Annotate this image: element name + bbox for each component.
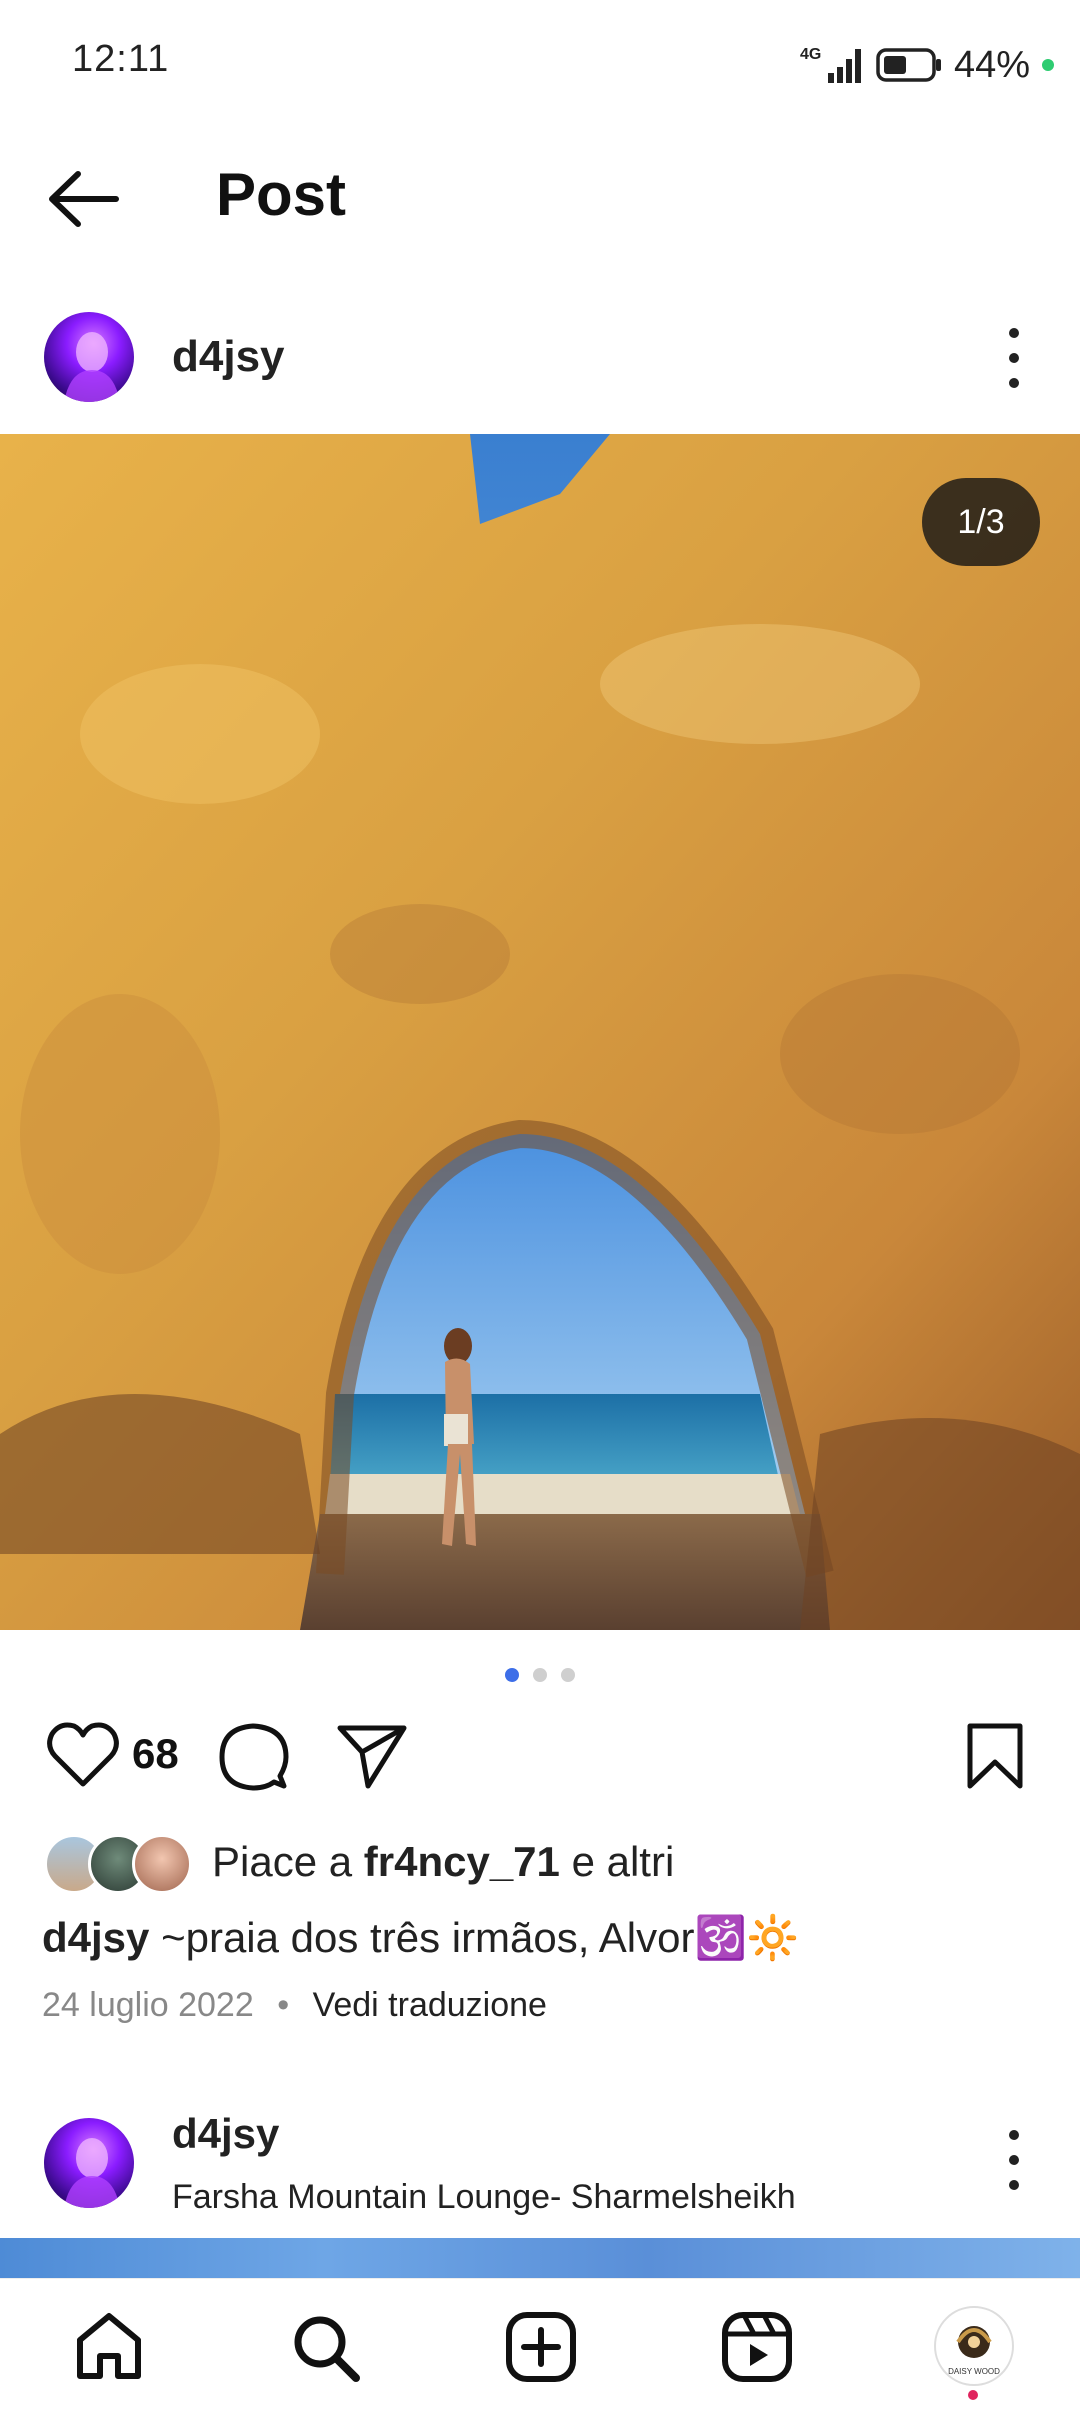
- post-username[interactable]: d4jsy: [172, 332, 285, 382]
- post-image[interactable]: [0, 434, 1080, 1630]
- avatar-image: [64, 332, 120, 402]
- arrow-left-icon: [49, 171, 119, 227]
- next-post-username[interactable]: d4jsy: [172, 2110, 279, 2158]
- save-button[interactable]: [964, 1722, 1026, 1797]
- network-label: 4G: [800, 46, 821, 63]
- more-dot: [1009, 378, 1019, 388]
- next-post-image[interactable]: [0, 2238, 1080, 2282]
- more-dot: [1009, 353, 1019, 363]
- carousel-dot-active: [505, 1668, 519, 1682]
- carousel-indicator: [505, 1668, 575, 1682]
- notification-dot: [968, 2390, 978, 2400]
- create-icon: [506, 2312, 576, 2382]
- bookmark-icon: [967, 1723, 1023, 1789]
- next-post-location[interactable]: Farsha Mountain Lounge- Sharmelsheikh: [172, 2178, 796, 2217]
- profile-label: DAISY WOOD: [948, 2367, 1000, 2376]
- status-time: 12:11: [72, 38, 170, 80]
- more-dot: [1009, 2180, 1019, 2190]
- battery-icon: [876, 48, 941, 82]
- photo-illustration: [0, 434, 1080, 1630]
- liked-by-suffix: e altri: [571, 1838, 675, 1885]
- caption-text: ~praia dos três irmãos, Alvor🕉️🔆: [149, 1914, 800, 1961]
- post-date: 24 luglio 2022: [42, 1986, 254, 2024]
- nav-profile[interactable]: DAISY WOOD: [934, 2306, 1014, 2386]
- search-icon: [294, 2316, 360, 2382]
- signal-icon: 4G: [800, 46, 861, 83]
- image-counter: 1/3: [922, 478, 1040, 566]
- battery-percent: 44%: [953, 43, 1030, 86]
- more-dot: [1009, 328, 1019, 338]
- more-dot: [1009, 2130, 1019, 2140]
- caption-username[interactable]: d4jsy: [42, 1914, 149, 1961]
- carousel-dot: [533, 1668, 547, 1682]
- profile-avatar: DAISY WOOD: [948, 2326, 1000, 2376]
- back-button[interactable]: [46, 164, 126, 234]
- send-icon: [337, 1725, 407, 1789]
- nav-search[interactable]: [288, 2310, 362, 2384]
- carousel-dot: [561, 1668, 575, 1682]
- translate-link[interactable]: Vedi traduzione: [313, 1986, 547, 2024]
- post-meta: 24 luglio 2022 • Vedi traduzione: [42, 1986, 547, 2025]
- nav-home[interactable]: [72, 2310, 146, 2384]
- next-post-avatar[interactable]: [44, 2118, 134, 2208]
- comment-button[interactable]: [216, 1720, 290, 1799]
- nav-reels[interactable]: [720, 2310, 794, 2384]
- like-button[interactable]: [46, 1720, 120, 1795]
- page-title: Post: [216, 161, 347, 228]
- liked-by-user[interactable]: fr4ncy_71: [364, 1838, 560, 1885]
- nav-create[interactable]: [504, 2310, 578, 2384]
- meta-separator: •: [277, 1986, 290, 2024]
- reels-icon: [722, 2312, 792, 2382]
- status-icons: 4G 44%: [800, 40, 1054, 90]
- liked-by-avatars[interactable]: [44, 1834, 194, 1894]
- liked-by-prefix: Piace a: [212, 1838, 353, 1885]
- liked-by-text[interactable]: Piace a fr4ncy_71 e altri: [212, 1838, 674, 1886]
- likes-count[interactable]: 68: [132, 1730, 179, 1778]
- caption: d4jsy ~praia dos três irmãos, Alvor🕉️🔆: [42, 1914, 799, 1963]
- home-icon: [77, 2313, 141, 2379]
- liker-avatar: [132, 1834, 192, 1894]
- avatar[interactable]: [44, 312, 134, 402]
- more-dot: [1009, 2155, 1019, 2165]
- more-options-button[interactable]: [1004, 328, 1024, 388]
- avatar-image: [64, 2138, 120, 2208]
- next-post-more-button[interactable]: [1004, 2130, 1024, 2190]
- heart-icon: [47, 1722, 119, 1787]
- privacy-indicator: [1042, 59, 1054, 71]
- comment-icon: [219, 1723, 289, 1791]
- share-button[interactable]: [336, 1722, 408, 1795]
